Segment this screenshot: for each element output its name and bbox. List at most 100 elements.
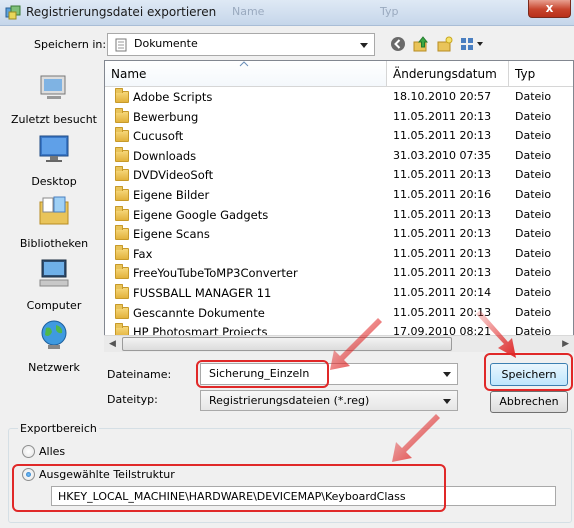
file-date: 11.05.2011 20:13: [393, 305, 492, 319]
column-header-date[interactable]: Änderungsdatum: [387, 61, 509, 87]
file-row[interactable]: Downloads 31.03.2010 07:35 Dateio: [105, 146, 573, 167]
file-list[interactable]: Name Änderungsdatum Typ Adobe Scripts 18.…: [104, 60, 574, 352]
filename-input[interactable]: Sicherung_Einzeln: [200, 363, 458, 385]
network-icon: [41, 320, 67, 349]
file-name: FreeYouTubeToMP3Converter: [133, 266, 298, 281]
close-button[interactable]: x: [528, 0, 571, 18]
radio-selected-branch-label: Ausgewählte Teilstruktur: [39, 468, 175, 481]
registry-editor-icon: [5, 5, 21, 20]
radio-all[interactable]: [22, 445, 35, 458]
background-header-name: Name: [232, 5, 265, 18]
filename-label: Dateiname:: [107, 368, 172, 381]
title-bar[interactable]: Registrierungsdatei exportieren Name Typ…: [0, 0, 574, 26]
file-date: 11.05.2011 20:14: [393, 286, 492, 299]
file-name: DVDVideoSoft: [133, 168, 214, 183]
filetype-value: Registrierungsdateien (*.reg): [209, 394, 370, 407]
libraries-icon: [39, 196, 69, 225]
new-folder-icon[interactable]: [437, 36, 453, 52]
scrollbar-thumb[interactable]: [122, 337, 452, 351]
file-type: Dateio: [515, 207, 552, 221]
background-header-type: Typ: [380, 5, 399, 18]
file-name: FUSSBALL MANAGER 11: [133, 286, 272, 300]
radio-all-label: Alles: [39, 445, 66, 458]
file-name: Bewerbung: [133, 109, 199, 124]
file-type: Dateio: [515, 286, 552, 299]
file-row[interactable]: DVDVideoSoft 11.05.2011 20:13 Dateio: [105, 166, 573, 186]
save-in-dropdown[interactable]: Dokumente: [107, 33, 375, 56]
place-computer[interactable]: Computer: [5, 256, 103, 312]
place-recent-label: Zuletzt besucht: [10, 113, 97, 126]
cancel-button[interactable]: Abbrechen: [490, 391, 568, 413]
folder-icon: [115, 166, 129, 182]
file-row[interactable]: Eigene Scans 11.05.2011 20:13 Dateio: [105, 225, 573, 245]
file-type: Dateio: [515, 305, 552, 319]
save-button[interactable]: Speichern: [490, 363, 568, 386]
filename-value: Sicherung_Einzeln: [209, 367, 310, 380]
file-date: 31.03.2010 07:35: [393, 148, 492, 162]
back-icon[interactable]: [390, 36, 406, 52]
file-date: 11.05.2011 20:13: [393, 207, 492, 221]
column-header-name[interactable]: Name: [105, 61, 387, 87]
file-type: Dateio: [515, 90, 552, 103]
view-menu-icon[interactable]: [460, 36, 486, 52]
file-row[interactable]: Gescannte Dokumente 11.05.2011 20:13 Datei…: [105, 303, 573, 324]
folder-icon: [115, 225, 129, 241]
file-type: Dateio: [515, 148, 552, 162]
folder-icon: [115, 146, 129, 162]
file-row[interactable]: Eigene Bilder 11.05.2011 20:16 Dateio: [105, 186, 573, 206]
horizontal-scrollbar[interactable]: ◀ ▶: [104, 335, 574, 352]
folder-icon: [115, 205, 129, 221]
filetype-dropdown[interactable]: Registrierungsdateien (*.reg): [200, 390, 458, 411]
up-folder-icon[interactable]: [413, 36, 429, 52]
radio-selected-branch[interactable]: [22, 468, 35, 481]
column-header-type[interactable]: Typ: [509, 61, 573, 87]
file-name: Downloads: [133, 148, 197, 163]
desktop-icon: [39, 135, 69, 162]
place-computer-label: Computer: [26, 299, 82, 312]
save-in-label: Speichern in:: [34, 38, 107, 51]
file-type: Dateio: [515, 129, 552, 143]
file-date: 18.10.2010 20:57: [393, 90, 492, 103]
file-name: Fax: [133, 246, 153, 261]
file-row[interactable]: Eigene Google Gadgets 11.05.2011 20:13 Dat…: [105, 205, 573, 226]
scroll-left-icon[interactable]: ◀: [109, 339, 116, 349]
selected-branch-input[interactable]: HKEY_LOCAL_MACHINE\HARDWARE\DEVICEMAP\Ke…: [51, 486, 556, 506]
file-date: 11.05.2011 20:13: [393, 129, 492, 143]
place-network[interactable]: Netzwerk: [5, 318, 103, 374]
place-desktop[interactable]: Desktop: [5, 132, 103, 188]
folder-icon: [115, 107, 129, 123]
chevron-down-icon[interactable]: [443, 372, 451, 377]
file-row[interactable]: FUSSBALL MANAGER 11 11.05.2011 20:14 Datei…: [105, 284, 573, 304]
file-date: 11.05.2011 20:13: [393, 227, 492, 241]
column-header-date-label: Änderungsdatum: [393, 67, 497, 81]
file-date: 11.05.2011 20:16: [393, 188, 492, 201]
places-bar: Zuletzt besucht Desktop Bibliotheken Com…: [5, 60, 103, 398]
file-row[interactable]: Cucusoft 11.05.2011 20:13 Dateio: [105, 127, 573, 147]
file-date: 11.05.2011 20:13: [393, 109, 492, 123]
folder-icon: [115, 284, 129, 299]
place-recent[interactable]: Zuletzt besucht: [5, 70, 103, 126]
column-header-type-label: Typ: [515, 67, 536, 81]
file-name: Cucusoft: [133, 129, 184, 144]
file-row[interactable]: FreeYouTubeToMP3Converter 11.05.2011 20:1…: [105, 264, 573, 284]
column-header-name-label: Name: [111, 67, 147, 81]
selected-branch-value: HKEY_LOCAL_MACHINE\HARDWARE\DEVICEMAP\Ke…: [58, 490, 406, 503]
file-type: Dateio: [515, 227, 552, 241]
place-libraries-label: Bibliotheken: [19, 237, 89, 250]
scroll-right-icon[interactable]: ▶: [562, 339, 569, 349]
documents-folder-icon: [115, 38, 127, 52]
folder-icon: [115, 127, 129, 143]
file-row[interactable]: Bewerbung 11.05.2011 20:13 Dateio: [105, 107, 573, 128]
file-row[interactable]: Adobe Scripts 18.10.2010 20:57 Dateio: [105, 88, 573, 108]
file-date: 11.05.2011 20:13: [393, 246, 492, 260]
place-libraries[interactable]: Bibliotheken: [5, 194, 103, 250]
file-date: 11.05.2011 20:13: [393, 168, 492, 182]
file-row[interactable]: Fax 11.05.2011 20:13 Dateio: [105, 244, 573, 265]
folder-icon: [115, 264, 129, 280]
cancel-button-label: Abbrechen: [499, 395, 559, 408]
file-name: Gescannte Dokumente: [133, 305, 265, 320]
folder-icon: [115, 244, 129, 260]
file-type: Dateio: [515, 266, 552, 280]
save-button-label: Speichern: [501, 368, 557, 381]
window-title: Registrierungsdatei exportieren: [26, 5, 217, 19]
